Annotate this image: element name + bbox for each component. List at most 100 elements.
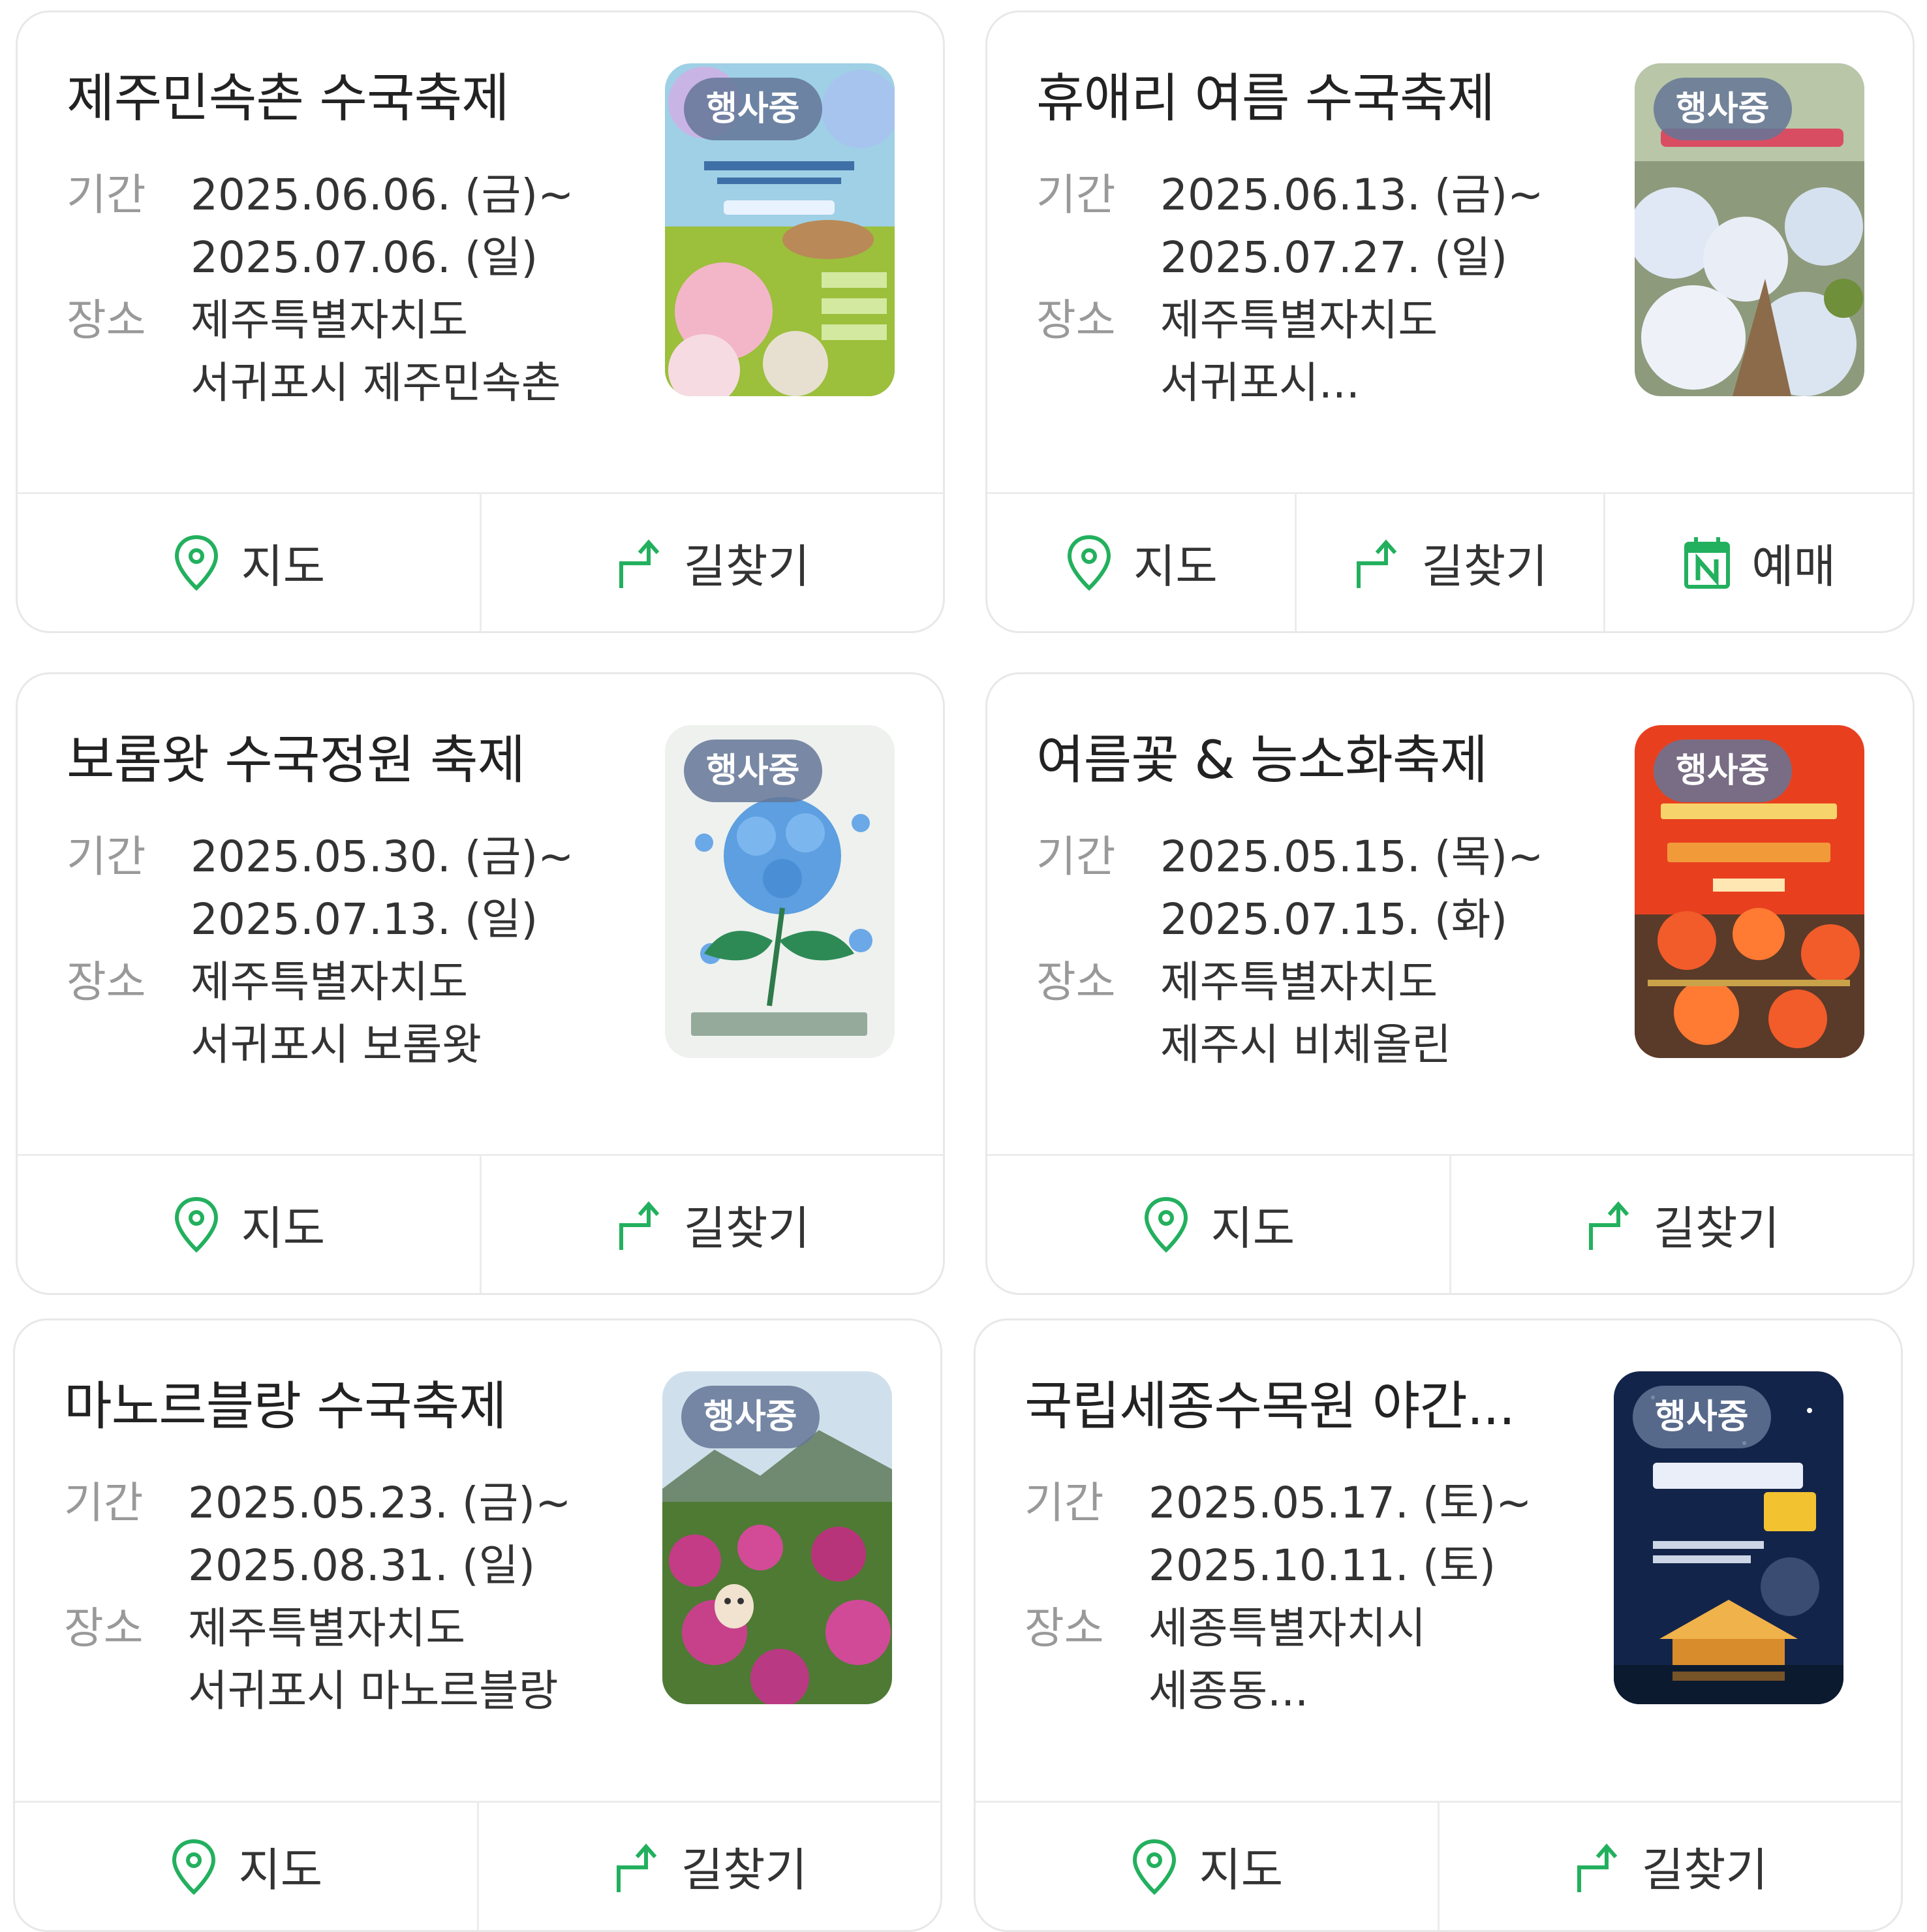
place-line-1: 세종특별자치시 bbox=[1148, 1603, 1426, 1653]
place-label: 장소 bbox=[1025, 1603, 1104, 1653]
place-label: 장소 bbox=[1036, 957, 1116, 1007]
route-button-label: 길찾기 bbox=[1641, 1843, 1768, 1897]
route-button[interactable]: 길찾기 bbox=[1440, 1803, 1902, 1930]
map-button-label: 지도 bbox=[1199, 1843, 1284, 1897]
map-button[interactable]: 지도 bbox=[15, 1803, 479, 1930]
map-button[interactable]: 지도 bbox=[18, 1156, 482, 1293]
map-pin-icon bbox=[1130, 1837, 1179, 1896]
period-label: 기간 bbox=[67, 832, 146, 882]
festival-card[interactable]: 휴애리 여름 수국축제 기간 2025.06.13. (금)~ 2025.07.2… bbox=[985, 10, 1915, 633]
turn-arrow-icon bbox=[1584, 1195, 1634, 1254]
festival-title[interactable]: 마노르블랑 수국축제 bbox=[64, 1374, 638, 1439]
festival-info: 기간 2025.05.30. (금)~ 2025.07.13. (일) 장소 제주… bbox=[67, 826, 641, 1076]
festival-info: 기간 2025.05.23. (금)~ 2025.08.31. (일) 장소 제주… bbox=[64, 1472, 638, 1722]
place-line-1: 제주특별자치도 bbox=[1160, 957, 1438, 1007]
place-label: 장소 bbox=[1036, 295, 1116, 345]
status-badge: 행사중 bbox=[1633, 1386, 1771, 1448]
booking-button-label: 예매 bbox=[1751, 539, 1836, 593]
map-button[interactable]: 지도 bbox=[976, 1803, 1440, 1930]
map-button-label: 지도 bbox=[238, 1843, 323, 1897]
festival-title[interactable]: 휴애리 여름 수국축제 bbox=[1036, 66, 1611, 131]
status-badge: 행사중 bbox=[684, 740, 822, 802]
route-button-label: 길찾기 bbox=[681, 1843, 807, 1897]
festival-card[interactable]: 보롬왓 수국정원 축제 기간 2025.05.30. (금)~ 2025.07.1… bbox=[16, 672, 945, 1295]
hydrangea-illustration-thumbnail[interactable]: 행사중 bbox=[665, 725, 895, 1058]
festival-info: 기간 2025.06.06. (금)~ 2025.07.06. (일) 장소 제주… bbox=[67, 164, 641, 414]
place-line-2: 제주시 비체올린 bbox=[1160, 1020, 1452, 1070]
route-button[interactable]: 길찾기 bbox=[482, 1156, 944, 1293]
route-button-label: 길찾기 bbox=[683, 539, 810, 593]
festival-info: 기간 2025.06.13. (금)~ 2025.07.27. (일) 장소 제주… bbox=[1036, 164, 1611, 414]
date-start: 2025.06.13. (금)~ bbox=[1160, 170, 1544, 220]
period-label: 기간 bbox=[1036, 170, 1116, 220]
turn-arrow-icon bbox=[615, 533, 664, 592]
festival-card[interactable]: 제주민속촌 수국축제 기간 2025.06.06. (금)~ 2025.07.06… bbox=[16, 10, 945, 633]
map-pin-icon bbox=[1141, 1195, 1191, 1254]
route-button-label: 길찾기 bbox=[1653, 1201, 1780, 1255]
place-line-2: 서귀포시 제주민속촌 bbox=[191, 358, 561, 408]
date-end: 2025.08.31. (일) bbox=[188, 1540, 536, 1591]
map-button[interactable]: 지도 bbox=[987, 1156, 1451, 1293]
map-pin-icon bbox=[172, 1195, 221, 1254]
route-button[interactable]: 길찾기 bbox=[482, 494, 944, 631]
turn-arrow-icon bbox=[1352, 533, 1402, 592]
festival-title[interactable]: 보롬왓 수국정원 축제 bbox=[67, 728, 641, 793]
festival-card[interactable]: 마노르블랑 수국축제 기간 2025.05.23. (금)~ 2025.08.31… bbox=[13, 1318, 942, 1932]
route-button[interactable]: 길찾기 bbox=[1297, 494, 1606, 631]
place-line-1: 제주특별자치도 bbox=[1160, 295, 1438, 345]
date-start: 2025.05.30. (금)~ bbox=[191, 832, 574, 882]
festival-info: 기간 2025.05.15. (목)~ 2025.07.15. (화) 장소 제주… bbox=[1036, 826, 1611, 1076]
turn-arrow-icon bbox=[615, 1195, 664, 1254]
naver-calendar-icon bbox=[1682, 533, 1732, 592]
festival-info: 기간 2025.05.17. (토)~ 2025.10.11. (토) 장소 세종… bbox=[1025, 1472, 1599, 1722]
festival-card[interactable]: 국립세종수목원 야간... 기간 2025.05.17. (토)~ 2025.10… bbox=[974, 1318, 1903, 1932]
place-label: 장소 bbox=[67, 957, 146, 1007]
map-button-label: 지도 bbox=[241, 539, 326, 593]
map-button-label: 지도 bbox=[1210, 1201, 1295, 1255]
status-badge: 행사중 bbox=[1654, 78, 1792, 140]
date-end: 2025.10.11. (토) bbox=[1148, 1540, 1496, 1591]
booking-button[interactable]: 예매 bbox=[1605, 494, 1913, 631]
route-button-label: 길찾기 bbox=[1421, 539, 1548, 593]
place-label: 장소 bbox=[67, 295, 146, 345]
period-label: 기간 bbox=[67, 170, 146, 220]
place-label: 장소 bbox=[64, 1603, 144, 1653]
period-label: 기간 bbox=[1025, 1478, 1104, 1528]
date-start: 2025.05.15. (목)~ bbox=[1160, 832, 1544, 882]
status-badge: 행사중 bbox=[1654, 740, 1792, 802]
date-end: 2025.07.15. (화) bbox=[1160, 894, 1508, 944]
trumpet-vine-poster-thumbnail[interactable]: 행사중 bbox=[1635, 725, 1864, 1058]
festival-title[interactable]: 국립세종수목원 야간... bbox=[1025, 1374, 1599, 1439]
turn-arrow-icon bbox=[1573, 1837, 1622, 1896]
date-end: 2025.07.13. (일) bbox=[191, 894, 538, 944]
map-button[interactable]: 지도 bbox=[987, 494, 1297, 631]
period-label: 기간 bbox=[1036, 832, 1116, 882]
map-pin-icon bbox=[1064, 533, 1114, 592]
night-arboretum-poster-thumbnail[interactable]: 행사중 bbox=[1614, 1371, 1843, 1704]
festival-title[interactable]: 여름꽃 & 능소화축제 bbox=[1036, 728, 1611, 793]
route-button[interactable]: 길찾기 bbox=[479, 1803, 941, 1930]
festival-title[interactable]: 제주민속촌 수국축제 bbox=[67, 66, 641, 131]
date-start: 2025.05.17. (토)~ bbox=[1148, 1478, 1532, 1528]
hydrangea-garden-thumbnail[interactable]: 행사중 bbox=[1635, 63, 1864, 396]
place-line-1: 제주특별자치도 bbox=[191, 957, 469, 1007]
place-line-1: 제주특별자치도 bbox=[188, 1603, 466, 1653]
place-line-2: 서귀포시 마노르블랑 bbox=[188, 1666, 559, 1716]
turn-arrow-icon bbox=[612, 1837, 662, 1896]
status-badge: 행사중 bbox=[684, 78, 822, 140]
map-button-label: 지도 bbox=[241, 1201, 326, 1255]
status-badge: 행사중 bbox=[681, 1386, 820, 1448]
date-end: 2025.07.06. (일) bbox=[191, 232, 538, 283]
festival-card[interactable]: 여름꽃 & 능소화축제 기간 2025.05.15. (목)~ 2025.07.1… bbox=[985, 672, 1915, 1295]
place-line-1: 제주특별자치도 bbox=[191, 295, 469, 345]
place-line-2: 서귀포시 보롬왓 bbox=[191, 1020, 482, 1070]
map-pin-icon bbox=[169, 1837, 219, 1896]
map-button[interactable]: 지도 bbox=[18, 494, 482, 631]
pink-hydrangea-field-thumbnail[interactable]: 행사중 bbox=[662, 1371, 892, 1704]
date-end: 2025.07.27. (일) bbox=[1160, 232, 1508, 283]
date-start: 2025.05.23. (금)~ bbox=[188, 1478, 572, 1528]
map-button-label: 지도 bbox=[1133, 539, 1218, 593]
hydrangea-poster-thumbnail[interactable]: 행사중 bbox=[665, 63, 895, 396]
route-button[interactable]: 길찾기 bbox=[1451, 1156, 1913, 1293]
route-button-label: 길찾기 bbox=[683, 1201, 810, 1255]
